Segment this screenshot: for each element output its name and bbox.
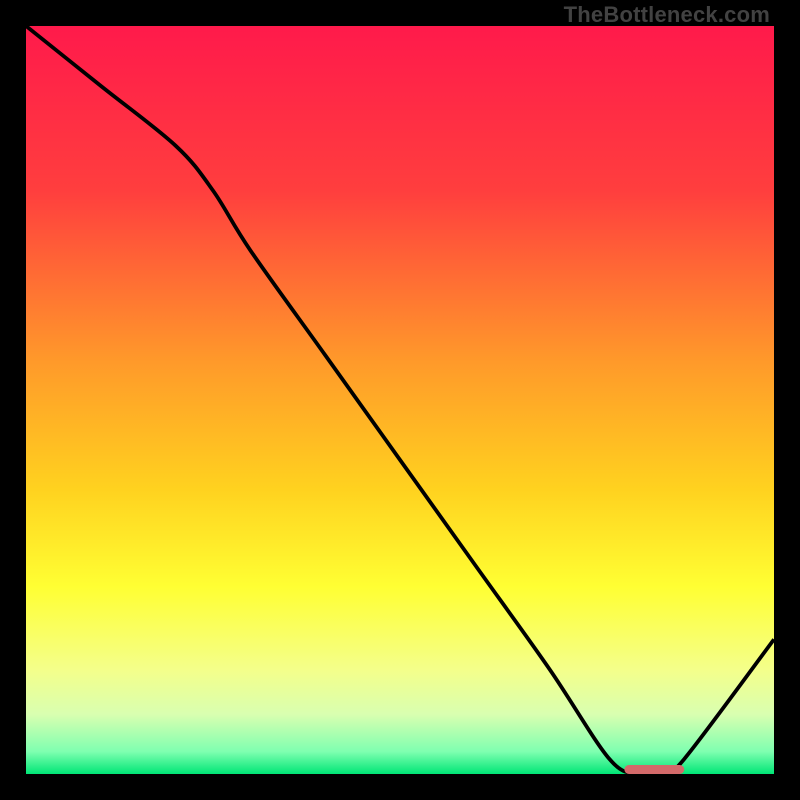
optimal-range-marker (624, 765, 684, 774)
watermark-text: TheBottleneck.com (564, 2, 770, 28)
chart-frame (26, 26, 774, 774)
heat-background (26, 26, 774, 774)
bottleneck-chart (26, 26, 774, 774)
